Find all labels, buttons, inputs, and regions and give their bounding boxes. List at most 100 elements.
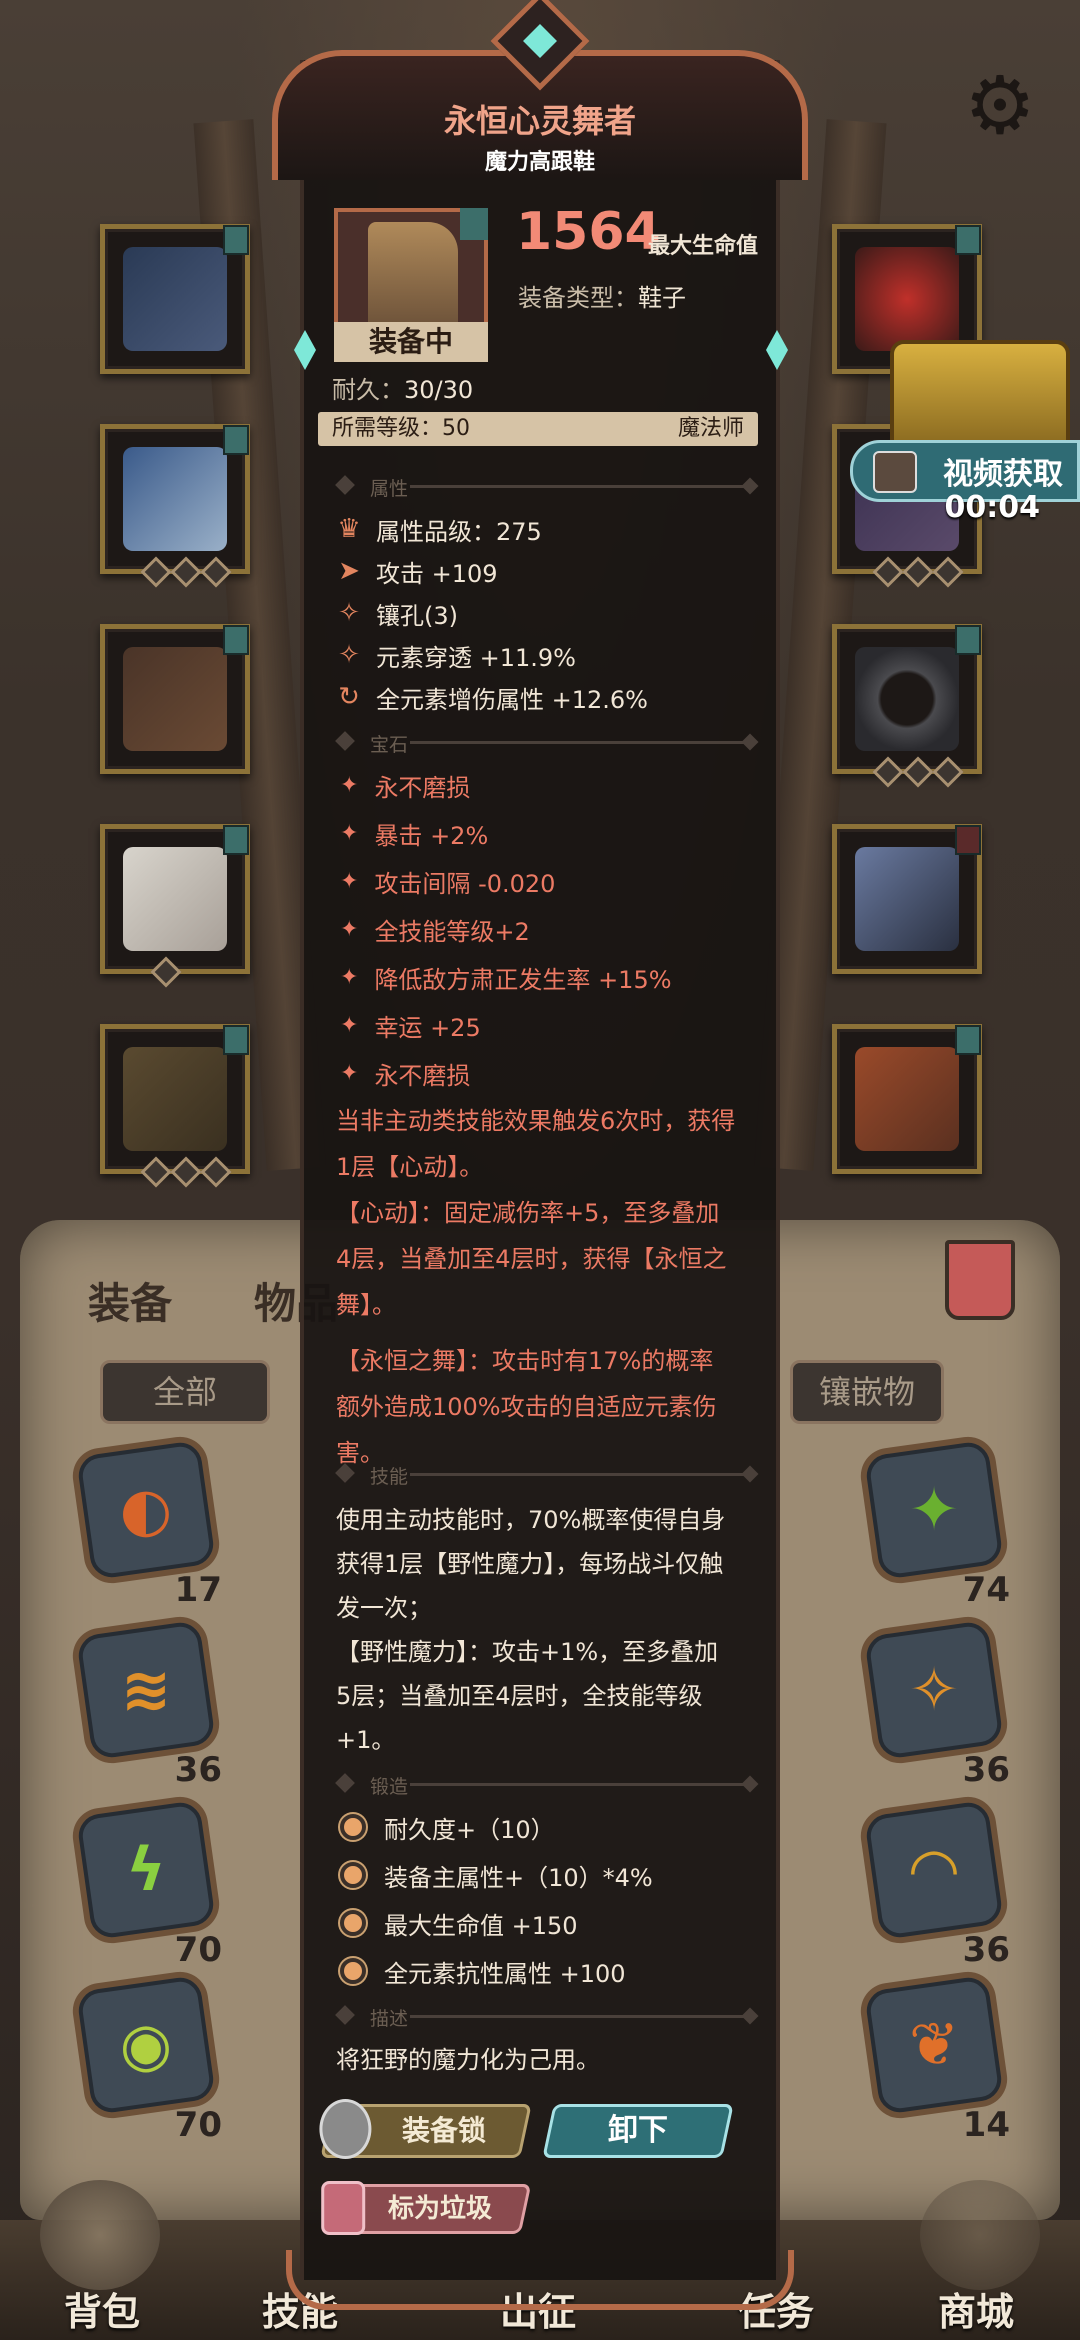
pants-art-icon: [123, 847, 227, 951]
equip-slot-gloves[interactable]: [100, 624, 250, 774]
required-level: 所需等级：50: [332, 416, 470, 441]
gem-effect: ✦ 永不磨损: [340, 1060, 471, 1090]
forge-dot-icon: [340, 1958, 366, 1984]
item-count: 70: [174, 2105, 222, 2145]
forge-row: 装备主属性+（10）*4%: [340, 1858, 653, 1892]
rune-glyph-icon: ❦: [908, 2010, 960, 2080]
flavor-text: 将狂野的魔力化为己用。: [336, 2046, 600, 2074]
slot-flag-icon: [955, 225, 981, 255]
gem-effect: ✦ 攻击间隔 -0.020: [340, 868, 556, 898]
rune-item[interactable]: ϟ 70: [75, 1799, 222, 1970]
rune-item[interactable]: ✧ 36: [863, 1619, 1010, 1790]
slot-flag-icon: [955, 825, 981, 855]
item-count: 36: [962, 1750, 1010, 1790]
gem-effect: ✦ 永不磨损: [340, 772, 471, 802]
gem-effect: ✦ 全技能等级+2: [340, 916, 530, 946]
socket-icon: ✧: [338, 598, 360, 628]
forge-row: 最大生命值 +150: [340, 1906, 578, 1940]
slot-flag-icon: [223, 1025, 249, 1055]
mark-junk-button[interactable]: 标为垃圾: [320, 2181, 532, 2235]
attr-row: ✧ 镶孔(3): [336, 596, 458, 630]
forge-dot-icon: [340, 1910, 366, 1936]
rune-glyph-icon: ϟ: [126, 1835, 166, 1905]
slot-flag-icon: [460, 208, 488, 240]
slot-gems: [150, 956, 182, 988]
ring-art-icon: [855, 647, 959, 751]
nav-shop[interactable]: 商城: [938, 2281, 1014, 2336]
equip-lock-button[interactable]: 装备锁: [319, 2099, 532, 2159]
item-count: 74: [962, 1570, 1010, 1610]
rune-item[interactable]: ≋ 36: [75, 1619, 222, 1790]
video-icon: [873, 451, 917, 493]
sparkle-icon: ✦: [340, 772, 359, 798]
unequip-button[interactable]: 卸下: [542, 2104, 734, 2158]
attr-row: ➤ 攻击 +109: [336, 554, 497, 588]
sparkle-icon: ✦: [340, 964, 359, 990]
section-description: 描述: [330, 2004, 760, 2030]
durability-label: 耐久：: [332, 376, 404, 404]
boots-art-icon: [123, 1047, 227, 1151]
rune-glyph-icon: ◉: [119, 2010, 173, 2080]
item-count: 17: [174, 1570, 222, 1610]
offhand-art-icon: [855, 1047, 959, 1151]
slot-flag-icon: [223, 825, 249, 855]
high-heels-icon: [368, 222, 458, 332]
attr-row: ↻ 全元素增伤属性 +12.6%: [336, 680, 648, 714]
equip-type: 装备类型：鞋子: [518, 278, 686, 313]
gem-effect: ✦ 暴击 +2%: [340, 820, 489, 850]
nav-backpack[interactable]: 背包: [64, 2281, 140, 2336]
sparkle-icon: ✦: [340, 868, 359, 894]
equip-slot-boots[interactable]: [100, 1024, 250, 1188]
treasure-chest-icon[interactable]: [890, 340, 1070, 450]
item-count: 36: [174, 1750, 222, 1790]
item-subtitle: 魔力高跟鞋: [484, 150, 595, 175]
slot-gems: [872, 556, 964, 588]
equip-slot-offhand[interactable]: [832, 1024, 982, 1174]
filter-inlay[interactable]: 镶嵌物: [790, 1360, 945, 1424]
forge-dot-icon: [340, 1814, 366, 1840]
rune-item[interactable]: ✦ 74: [863, 1439, 1010, 1610]
equip-slot-armor[interactable]: [100, 424, 250, 588]
sparkle-icon: ✦: [340, 820, 359, 846]
gem-set-description: 当非主动类技能效果触发6次时，获得 1层【心动】。 【心动】：固定减伤率+5，至…: [336, 1107, 736, 1467]
rune-item[interactable]: ◠ 36: [863, 1799, 1010, 1970]
rune-glyph-icon: ◠: [910, 1835, 958, 1905]
sparkle-icon: ✦: [340, 916, 359, 942]
video-reward-label: 视频获取: [943, 457, 1063, 492]
section-gems: 宝石: [330, 730, 760, 756]
weapon-art-icon: [855, 847, 959, 951]
main-stat-label: 最大生命值: [648, 234, 759, 259]
rune-item[interactable]: ❦ 14: [863, 1974, 1010, 2145]
equipped-badge: 装备中: [334, 322, 488, 362]
penetration-icon: ✧: [338, 640, 360, 670]
section-skills: 技能: [330, 1462, 760, 1488]
armor-art-icon: [123, 447, 227, 551]
attr-row: ✧ 元素穿透 +11.9%: [336, 638, 576, 672]
equip-slot-pants[interactable]: [100, 824, 250, 988]
rune-item[interactable]: ◐ 17: [75, 1439, 222, 1610]
rune-glyph-icon: ✧: [908, 1655, 960, 1725]
forge-row: 耐久度+（10）: [340, 1810, 555, 1844]
skill-description: 使用主动技能时，70%概率使得自身 获得1层【野性魔力】，每场战斗仅触 发一次；…: [336, 1506, 726, 1754]
gem-effect: ✦ 降低敌方肃正发生率 +15%: [340, 964, 672, 994]
equip-slot-weapon[interactable]: [832, 824, 982, 974]
gloves-art-icon: [123, 647, 227, 751]
slot-gems: [140, 556, 232, 588]
required-class: 魔法师: [677, 416, 744, 441]
equip-slot-ring[interactable]: [832, 624, 982, 788]
item-title: 永恒心灵舞者: [443, 102, 636, 140]
main-stat-value: 1564: [516, 202, 661, 262]
section-attributes: 属性: [330, 474, 760, 500]
rune-item[interactable]: ◉ 70: [75, 1974, 222, 2145]
equip-slot-helmet[interactable]: [100, 224, 250, 374]
slot-flag-icon: [223, 625, 249, 655]
forge-dot-icon: [340, 1862, 366, 1888]
filter-all[interactable]: 全部: [100, 1360, 271, 1424]
tab-equipment[interactable]: 装备: [88, 1270, 172, 1331]
attack-icon: ➤: [338, 556, 360, 586]
durability: 耐久：30/30: [332, 370, 473, 405]
slot-gems: [140, 1156, 232, 1188]
settings-gear-icon[interactable]: ⚙: [960, 66, 1040, 146]
trash-icon[interactable]: [945, 1240, 1015, 1320]
item-count: 70: [174, 1930, 222, 1970]
